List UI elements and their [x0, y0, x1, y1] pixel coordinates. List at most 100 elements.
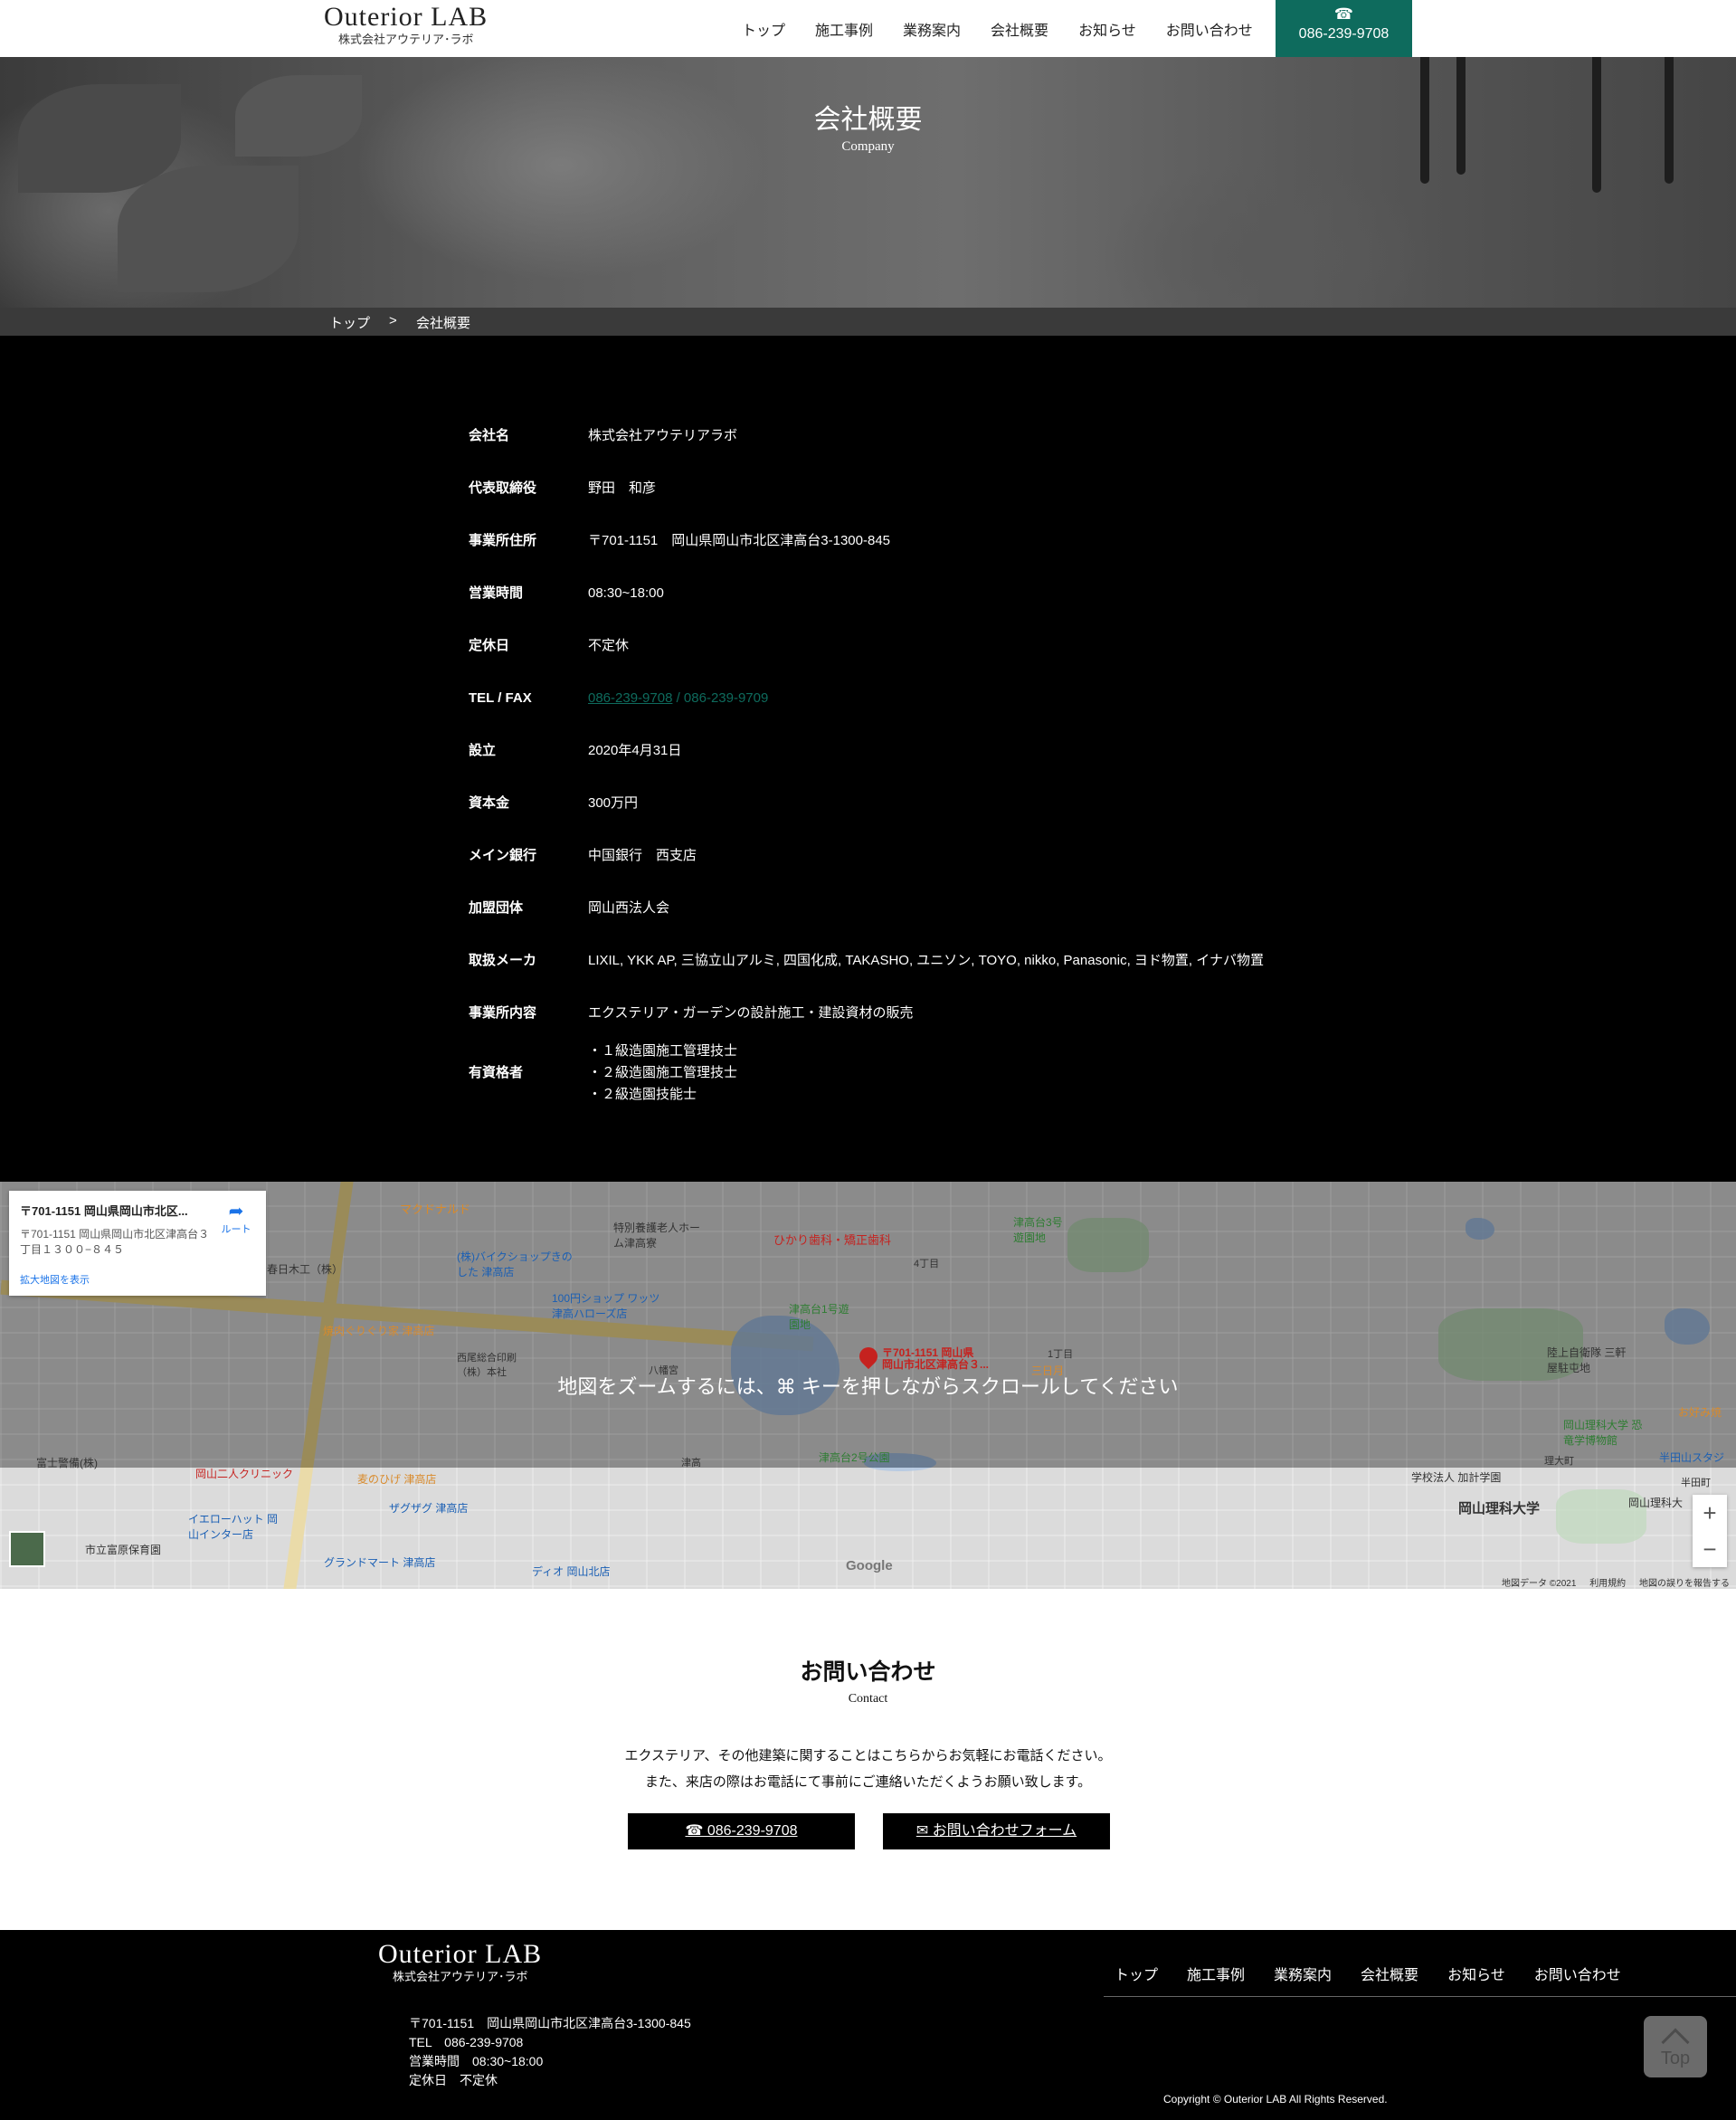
footer-nav-news[interactable]: お知らせ: [1447, 1963, 1505, 1984]
map-place-label: 岡山理科大学: [1458, 1501, 1541, 1516]
footer-nav-works[interactable]: 施工事例: [1187, 1963, 1245, 1984]
map-marker-label-line: 岡山市北区津高台３...: [882, 1358, 990, 1371]
info-key: 有資格者: [469, 1065, 524, 1080]
info-key: メイン銀行: [469, 848, 537, 863]
info-key: 加盟団体: [469, 900, 524, 916]
google-logo: Google: [846, 1558, 893, 1573]
map-info-card: 〒701-1151 岡山県岡山市北区... 〒701-1151 岡山県岡山市北区…: [9, 1191, 266, 1296]
map-card-address: 〒701-1151 岡山県岡山市北区津高台３丁目１３００−８４５: [20, 1228, 210, 1256]
map-place-label: ディオ 岡山北店: [532, 1565, 611, 1578]
footer-logo-title: Outerior LAB: [378, 1939, 543, 1969]
info-value: 2020年4月31日: [588, 743, 682, 758]
map-zoom-out-button[interactable]: −: [1693, 1531, 1727, 1567]
hero-banner: [0, 57, 1736, 308]
contact-description: エクステリア、その他建築に関することはこちらからお気軽にお電話ください。 また、…: [0, 1743, 1736, 1795]
breadcrumb-home[interactable]: トップ: [329, 313, 370, 332]
nav-item-works[interactable]: 施工事例: [815, 18, 873, 40]
info-value: 不定休: [588, 638, 630, 653]
breadcrumb: トップ > 会社概要: [0, 308, 1736, 336]
site-footer: Outerior LAB 株式会社アウテリア･ラボ トップ 施工事例 業務案内 …: [0, 1930, 1736, 2120]
info-key: 資本金: [469, 795, 510, 811]
footer-divider: [1104, 1996, 1736, 1997]
page-title: 会社概要: [813, 104, 923, 136]
nav-item-contact[interactable]: お問い合わせ: [1166, 18, 1253, 40]
footer-nav-company[interactable]: 会社概要: [1361, 1963, 1418, 1984]
info-value: 086-239-9708 / 086-239-9709: [588, 688, 768, 709]
map-route-button[interactable]: ➦ ルート: [213, 1202, 259, 1236]
info-value: 中国銀行 西支店: [588, 848, 697, 863]
info-value: 08:30~18:00: [588, 585, 664, 601]
footer-nav-contact[interactable]: お問い合わせ: [1534, 1963, 1621, 1984]
info-value: ・１級造園施工管理技士: [588, 1043, 738, 1059]
map-place-label: マクドナルド: [400, 1203, 471, 1216]
footer-logo[interactable]: Outerior LAB 株式会社アウテリア･ラボ: [378, 1939, 542, 1984]
map-place-label: 特別養護老人ホーム津高寮: [613, 1222, 701, 1250]
map-zoom-controls: + −: [1693, 1495, 1727, 1567]
map-route-label: ルート: [221, 1224, 251, 1235]
footer-nav: トップ 施工事例 業務案内 会社概要 お知らせ お問い合わせ: [1115, 1963, 1650, 1984]
footer-nav-top[interactable]: トップ: [1115, 1963, 1158, 1984]
nav-item-news[interactable]: お知らせ: [1078, 18, 1136, 40]
info-key: TEL / FAX: [469, 690, 532, 706]
contact-title: お問い合わせ: [800, 1659, 936, 1685]
contact-text-line: また、来店の際はお電話にて事前にご連絡いただくようお願い致します。: [644, 1774, 1092, 1790]
header-tel-button[interactable]: ☎ 086-239-9708: [1276, 0, 1412, 57]
info-key: 営業時間: [469, 585, 524, 601]
map-place-label: 4丁目: [914, 1259, 940, 1269]
map-place-label: 津高台1号遊園地: [789, 1303, 849, 1331]
map-place-label: 岡山理科大学 恐竜学博物館: [1563, 1419, 1643, 1447]
nav-item-top[interactable]: トップ: [742, 18, 785, 40]
info-value: 300万円: [588, 795, 639, 811]
map-place-label: お好み焼: [1678, 1406, 1722, 1419]
info-key: 取扱メーカ: [469, 953, 537, 968]
map-report-link[interactable]: 地図の誤りを報告する: [1639, 1579, 1730, 1589]
map-place-label: 岡山理科大: [1628, 1497, 1684, 1509]
map-place-label: イエローハット 岡山インター店: [188, 1513, 278, 1541]
map-place-label: 半田山スタジ: [1659, 1451, 1725, 1464]
map-place-label: 焼肉ぐりぐり家 津高店: [323, 1325, 435, 1337]
info-key: 事業所住所: [469, 533, 537, 548]
contact-section: お問い合わせ Contact エクステリア、その他建築に関することはこちらからお…: [0, 1589, 1736, 1930]
footer-tel: TEL 086-239-9708: [409, 2035, 524, 2049]
tel-link[interactable]: 086-239-9708: [588, 690, 672, 706]
site-logo[interactable]: Outerior LAB 株式会社アウテリア･ラボ: [324, 2, 488, 47]
back-to-top-button[interactable]: Top: [1644, 2016, 1707, 2077]
map-place-label: 岡山二人クリニック: [195, 1468, 294, 1480]
info-key: 定休日: [469, 638, 510, 653]
map-zoom-hint: 地図をズームするには、⌘ キーを押しながらスクロールしてください: [557, 1375, 1179, 1398]
map-place-label: ひかり歯科・矯正歯科: [773, 1233, 892, 1247]
info-key: 代表取締役: [469, 480, 537, 496]
map-place-label: 津高台2号公園: [819, 1451, 890, 1464]
map-place-label: (株)バイクショップきのした 津高店: [457, 1250, 573, 1279]
map-place-label: 1丁目: [1048, 1349, 1074, 1360]
map-view-larger-link[interactable]: 拡大地図を表示: [20, 1272, 90, 1287]
info-value: ・２級造園技能士: [588, 1087, 697, 1102]
contact-text-line: エクステリア、その他建築に関することはこちらからお気軽にお電話ください。: [624, 1748, 1112, 1763]
info-value: 岡山西法人会: [588, 900, 670, 916]
map-place-label: 100円ショップ ワッツ津高ハローズ店: [552, 1292, 660, 1320]
map-place-label: グランドマート 津高店: [324, 1556, 436, 1569]
contact-tel-button[interactable]: ☎ 086-239-9708: [628, 1813, 855, 1849]
info-key: 事業所内容: [469, 1005, 537, 1021]
nav-item-company[interactable]: 会社概要: [991, 18, 1048, 40]
map-place-label: ザグザグ 津高店: [389, 1502, 469, 1515]
info-key: 設立: [469, 743, 497, 758]
company-info-section: [0, 336, 1736, 1182]
map-terms-link[interactable]: 利用規約: [1589, 1579, 1626, 1589]
info-value: 〒701-1151 岡山県岡山市北区津高台3-1300-845: [588, 533, 891, 548]
map-satellite-toggle[interactable]: [9, 1531, 45, 1567]
info-value: 野田 和彦: [588, 480, 657, 496]
main-nav: トップ 施工事例 業務案内 会社概要 お知らせ お問い合わせ: [742, 0, 1283, 57]
info-value: ・２級造園施工管理技士: [588, 1065, 738, 1080]
copyright: Copyright © Outerior LAB All Rights Rese…: [1163, 2093, 1388, 2106]
footer-info: 〒701-1151 岡山県岡山市北区津高台3-1300-845 TEL 086-…: [409, 2014, 691, 2090]
contact-form-button[interactable]: ✉ お問い合わせフォーム: [883, 1813, 1110, 1849]
logo-subtitle: 株式会社アウテリア･ラボ: [338, 33, 474, 46]
map-zoom-in-button[interactable]: +: [1693, 1495, 1727, 1531]
nav-item-services[interactable]: 業務案内: [903, 18, 961, 40]
map-place-label: 春日木工（株）: [267, 1263, 344, 1276]
footer-nav-services[interactable]: 業務案内: [1274, 1963, 1332, 1984]
fax-number: / 086-239-9709: [672, 690, 769, 706]
phone-icon: ☎: [1333, 5, 1354, 23]
footer-logo-subtitle: 株式会社アウテリア･ラボ: [393, 1970, 528, 1983]
